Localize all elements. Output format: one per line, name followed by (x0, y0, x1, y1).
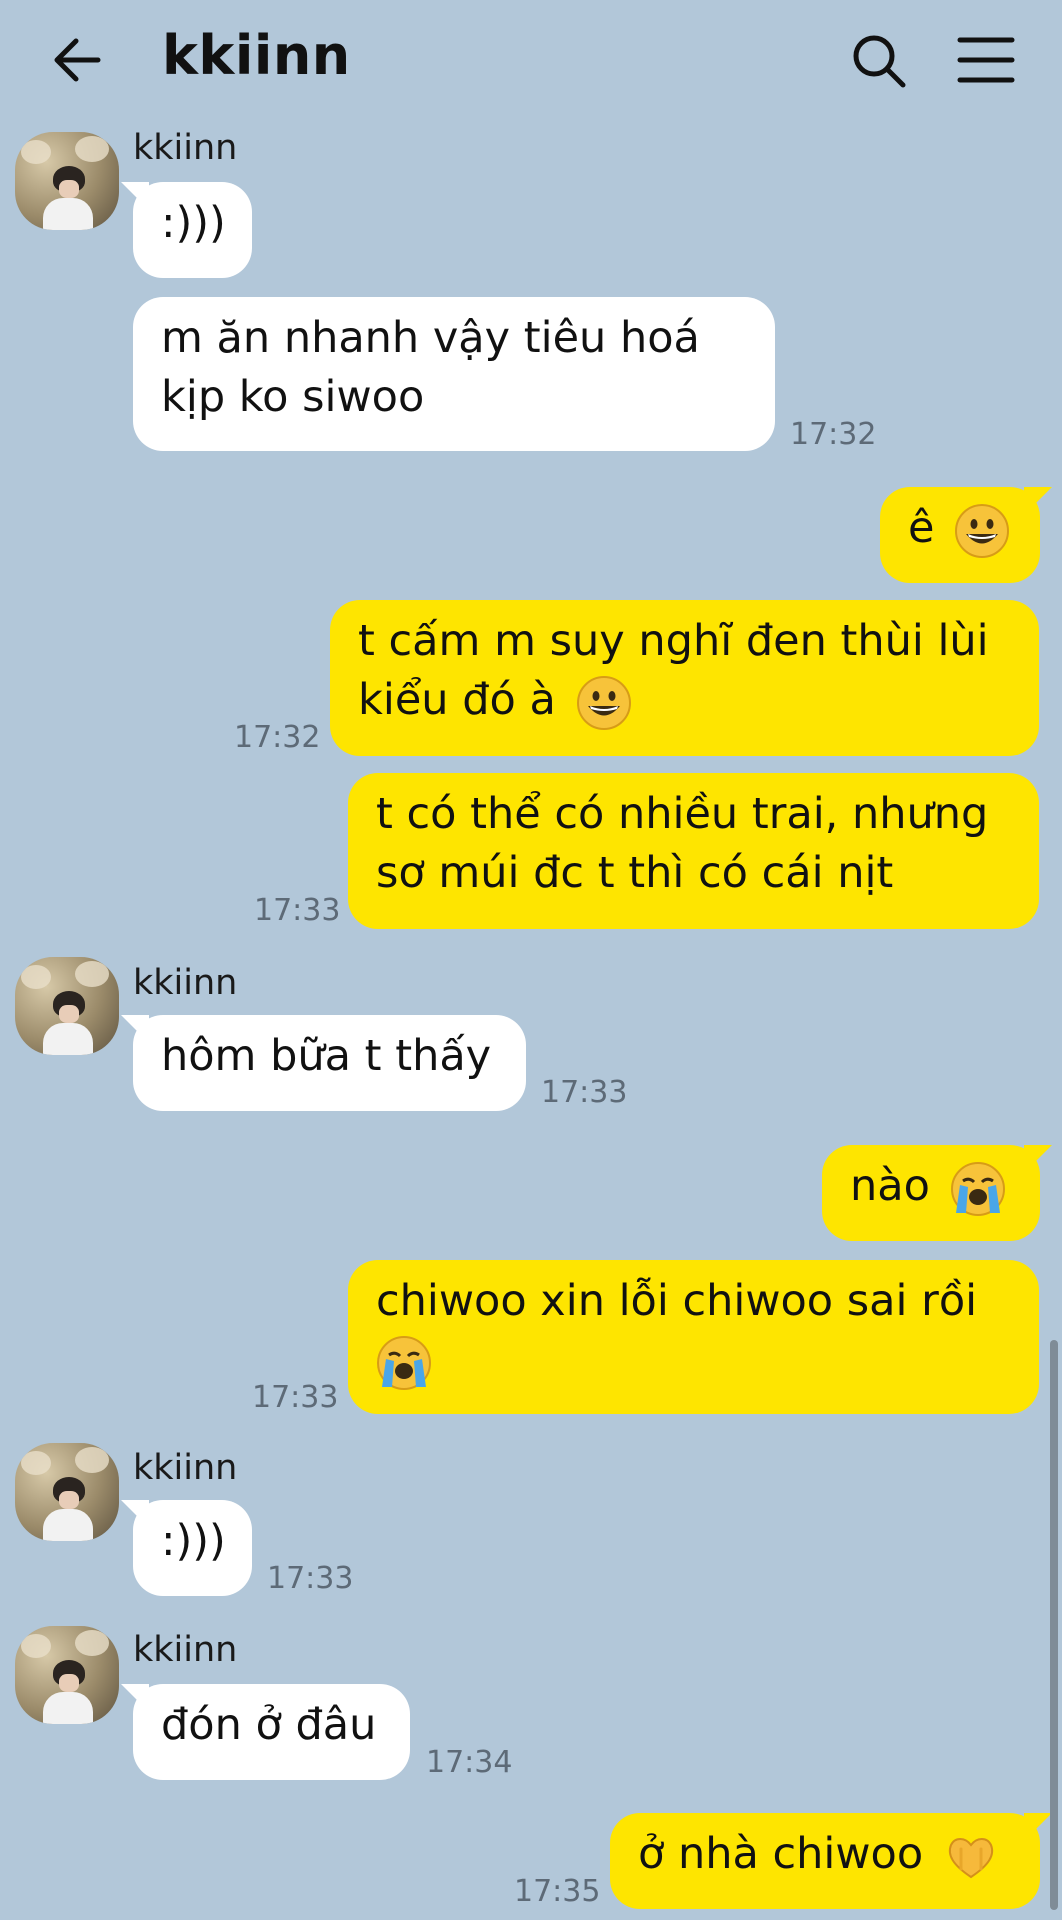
message-text: hôm bữa t thấy (161, 1031, 492, 1081)
message-line: chiwoo xin lỗi chiwoo sai rồi (376, 1276, 978, 1326)
timestamp: 17:34 (426, 1745, 513, 1780)
search-button[interactable] (848, 30, 910, 92)
outgoing-message[interactable]: t có thể có nhiều trai, nhưng sơ múi đc … (348, 773, 1039, 929)
scrollbar[interactable] (1050, 1340, 1058, 1910)
timestamp: 17:32 (234, 720, 321, 755)
timestamp: 17:33 (267, 1561, 354, 1596)
sender-name: kkiinn (133, 963, 238, 1003)
message-text: nào (850, 1161, 930, 1211)
hamburger-menu-icon (957, 37, 1015, 83)
outgoing-message[interactable]: chiwoo xin lỗi chiwoo sai rồi (348, 1260, 1039, 1414)
timestamp: 17:33 (252, 1380, 339, 1415)
message-text: đón ở đâu (161, 1700, 377, 1750)
message-line: t có thể có nhiều trai, nhưng (376, 789, 989, 839)
message-text: ê (908, 503, 935, 553)
chat-title: kkiinn (162, 24, 351, 87)
incoming-message[interactable]: :))) (133, 1500, 252, 1596)
message-text: ở nhà chiwoo (638, 1829, 924, 1879)
timestamp: 17:33 (254, 893, 341, 928)
message-text: :))) (161, 1516, 226, 1566)
avatar[interactable] (15, 1443, 119, 1541)
grinning-face-icon (576, 675, 631, 730)
chat-header: kkiinn (0, 0, 1062, 118)
message-line: t cấm m suy nghĩ đen thùi lùi (358, 616, 989, 666)
avatar[interactable] (15, 957, 119, 1055)
incoming-message[interactable]: :))) (133, 182, 252, 278)
timestamp: 17:35 (514, 1874, 601, 1909)
timestamp: 17:32 (790, 417, 877, 452)
heart-hands-icon (948, 1837, 993, 1878)
sender-name: kkiinn (133, 1630, 238, 1670)
incoming-message[interactable]: đón ở đâu (133, 1684, 410, 1780)
loudly-crying-face-icon (950, 1161, 1005, 1216)
loudly-crying-face-icon (377, 1335, 431, 1390)
message-line: kiểu đó à (358, 675, 556, 725)
grinning-face-icon (955, 503, 1010, 558)
timestamp: 17:33 (541, 1075, 628, 1110)
avatar[interactable] (15, 1626, 119, 1724)
outgoing-message[interactable]: t cấm m suy nghĩ đen thùi lùi kiểu đó à (330, 600, 1039, 756)
outgoing-message[interactable]: nào (822, 1145, 1040, 1241)
outgoing-message[interactable]: ở nhà chiwoo (610, 1813, 1040, 1909)
incoming-message[interactable]: m ăn nhanh vậy tiêu hoá kịp ko siwoo (133, 297, 775, 451)
arrow-left-icon (54, 38, 101, 82)
message-text: :))) (161, 198, 226, 248)
incoming-message[interactable]: hôm bữa t thấy (133, 1015, 526, 1111)
message-line: kịp ko siwoo (161, 372, 425, 422)
message-line: sơ múi đc t thì có cái nịt (376, 848, 894, 898)
sender-name: kkiinn (133, 1448, 238, 1488)
avatar[interactable] (15, 132, 119, 230)
search-icon (853, 35, 906, 88)
outgoing-message[interactable]: ê (880, 487, 1040, 583)
sender-name: kkiinn (133, 128, 238, 168)
message-line: m ăn nhanh vậy tiêu hoá (161, 313, 700, 363)
back-button[interactable] (50, 32, 106, 88)
menu-button[interactable] (956, 32, 1016, 88)
